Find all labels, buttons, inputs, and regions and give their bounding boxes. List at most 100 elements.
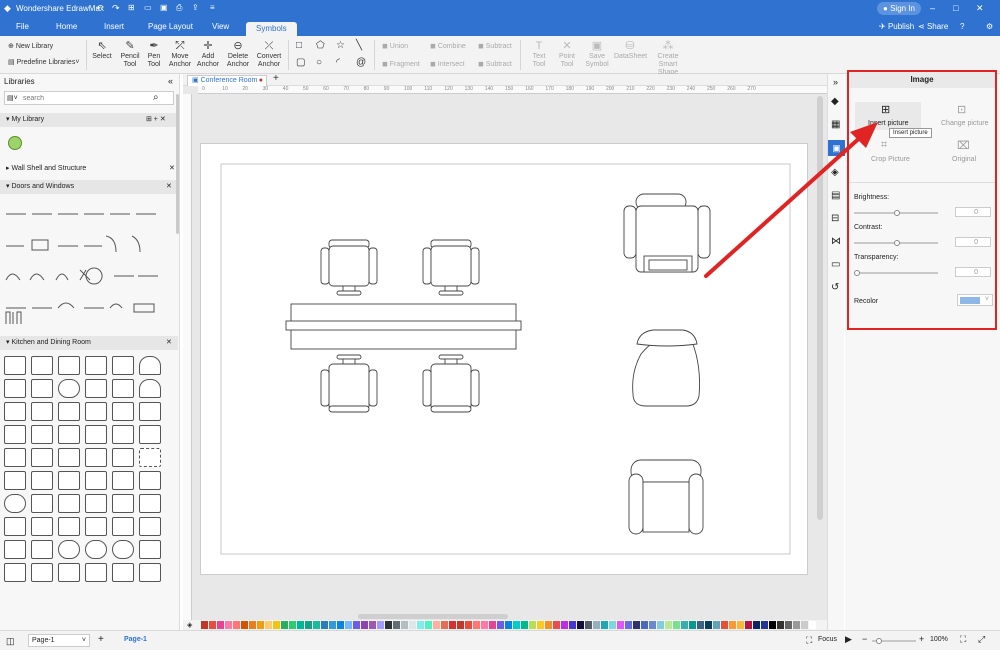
color-swatch[interactable] [497,621,504,629]
tab-conference-room[interactable]: ▣ Conference Room ● [187,75,267,86]
help-icon[interactable]: ? [960,22,964,31]
kitchen-symbol[interactable] [31,517,53,536]
pencil-tool-button[interactable]: ✎ Pencil Tool [118,40,142,69]
kitchen-symbol[interactable] [31,563,53,582]
color-swatch[interactable] [377,621,384,629]
spiral-shape-icon[interactable]: @ [356,57,366,68]
open-icon[interactable]: ▭ [144,3,152,12]
change-picture-button[interactable]: ⊡ Change picture [929,102,995,130]
conference-table[interactable] [285,303,522,350]
text-tool-button[interactable]: T Text Tool [526,40,552,69]
focus-icon[interactable]: ⛶ [806,635,812,646]
add-tab-icon[interactable]: + [273,73,279,84]
settings-icon[interactable]: ⚙ [986,22,993,31]
kitchen-symbol[interactable] [4,517,26,536]
transparency-input[interactable]: 0 [955,267,991,277]
color-swatch[interactable] [577,621,584,629]
kitchen-symbol[interactable] [139,379,161,398]
color-swatch[interactable] [689,621,696,629]
kitchen-symbol[interactable] [85,425,107,444]
collapse-panel-icon[interactable]: « [168,76,173,86]
color-swatch[interactable] [553,621,560,629]
kitchen-symbol[interactable] [85,356,107,375]
color-swatch[interactable] [721,621,728,629]
menu-view[interactable]: View [212,22,229,31]
color-swatch[interactable] [321,621,328,629]
color-swatch[interactable] [225,621,232,629]
library-plant-thumbnail[interactable] [8,136,22,150]
maximize-icon[interactable]: □ [953,3,958,13]
circle-shape-icon[interactable]: ○ [316,57,322,68]
section-kitchen-dining[interactable]: ▾ Kitchen and Dining Room ✕ [0,336,178,350]
predefine-libraries-button[interactable]: ▤ Predefine Libraries˅ [8,58,79,66]
section-doors-windows[interactable]: ▾ Doors and Windows ✕ [0,180,178,194]
menu-symbols[interactable]: Symbols [246,22,297,36]
color-swatch[interactable] [609,621,616,629]
kitchen-symbol[interactable] [4,356,26,375]
kitchen-symbol[interactable] [58,448,80,467]
color-swatch[interactable] [289,621,296,629]
color-swatch[interactable] [761,621,768,629]
kitchen-symbol[interactable] [112,402,134,421]
color-swatch[interactable] [281,621,288,629]
office-chair[interactable] [320,239,378,296]
new-icon[interactable]: ⊞ [128,3,135,12]
kitchen-symbol[interactable] [4,540,26,559]
color-swatch[interactable] [241,621,248,629]
pen-tool-button[interactable]: ✒ Pen Tool [142,40,166,69]
kitchen-symbol[interactable] [139,448,161,467]
color-swatch[interactable] [353,621,360,629]
select-button[interactable]: ⇖ Select [90,40,114,61]
color-swatch[interactable] [201,621,208,629]
zoom-in-icon[interactable]: + [919,634,924,644]
fit-page-icon[interactable]: ⛶ [960,634,966,645]
color-swatch[interactable] [673,621,680,629]
color-swatch[interactable] [305,621,312,629]
kitchen-symbol[interactable] [4,402,26,421]
datasheet-button[interactable]: ⛁ DataSheet [614,40,647,61]
kitchen-symbol[interactable] [139,540,161,559]
kitchen-symbol[interactable] [112,448,134,467]
color-swatch[interactable] [345,621,352,629]
color-swatch[interactable] [449,621,456,629]
kitchen-symbol[interactable] [31,402,53,421]
kitchen-symbol[interactable] [4,425,26,444]
close-section-icon[interactable]: ✕ [166,336,172,350]
kitchen-symbol[interactable] [112,517,134,536]
kitchen-symbol[interactable] [112,379,134,398]
section-wall-shell[interactable]: ▸ Wall Shell and Structure [6,164,86,172]
kitchen-symbol[interactable] [58,425,80,444]
add-anchor-button[interactable]: ✛ Add Anchor [194,40,222,69]
zoom-level[interactable]: 100% [930,636,948,643]
expand-panel-icon[interactable]: » [833,77,838,87]
color-swatch[interactable] [737,621,744,629]
color-swatch[interactable] [593,621,600,629]
kitchen-symbol[interactable] [31,356,53,375]
color-swatch[interactable] [809,621,816,629]
color-swatch[interactable] [681,621,688,629]
intersect-button[interactable]: ◼ Intersect [430,60,465,68]
sign-in-button[interactable]: ● Sign In [877,2,921,15]
pentagon-shape-icon[interactable]: ⬠ [316,40,325,51]
print-icon[interactable]: ⎙ [176,3,182,13]
zoom-out-icon[interactable]: − [862,634,867,644]
fill-icon[interactable]: ◆ [831,96,839,107]
color-swatch[interactable] [633,621,640,629]
color-swatch[interactable] [745,621,752,629]
brightness-knob[interactable] [894,210,900,216]
color-swatch[interactable] [217,621,224,629]
lounge-chair[interactable] [632,329,701,407]
close-section-icon[interactable]: ✕ [169,164,175,172]
kitchen-symbol[interactable] [139,517,161,536]
kitchen-symbol[interactable] [31,448,53,467]
color-swatch[interactable] [425,621,432,629]
kitchen-symbol[interactable] [112,425,134,444]
color-swatch[interactable] [753,621,760,629]
color-swatch[interactable] [665,621,672,629]
color-swatch[interactable] [529,621,536,629]
menu-page-layout[interactable]: Page Layout [148,22,193,31]
close-section-icon[interactable]: ✕ [166,180,172,194]
wall-opening-symbol[interactable] [4,310,28,326]
canvas-horizontal-scrollbar[interactable] [358,614,508,619]
color-swatch[interactable] [369,621,376,629]
